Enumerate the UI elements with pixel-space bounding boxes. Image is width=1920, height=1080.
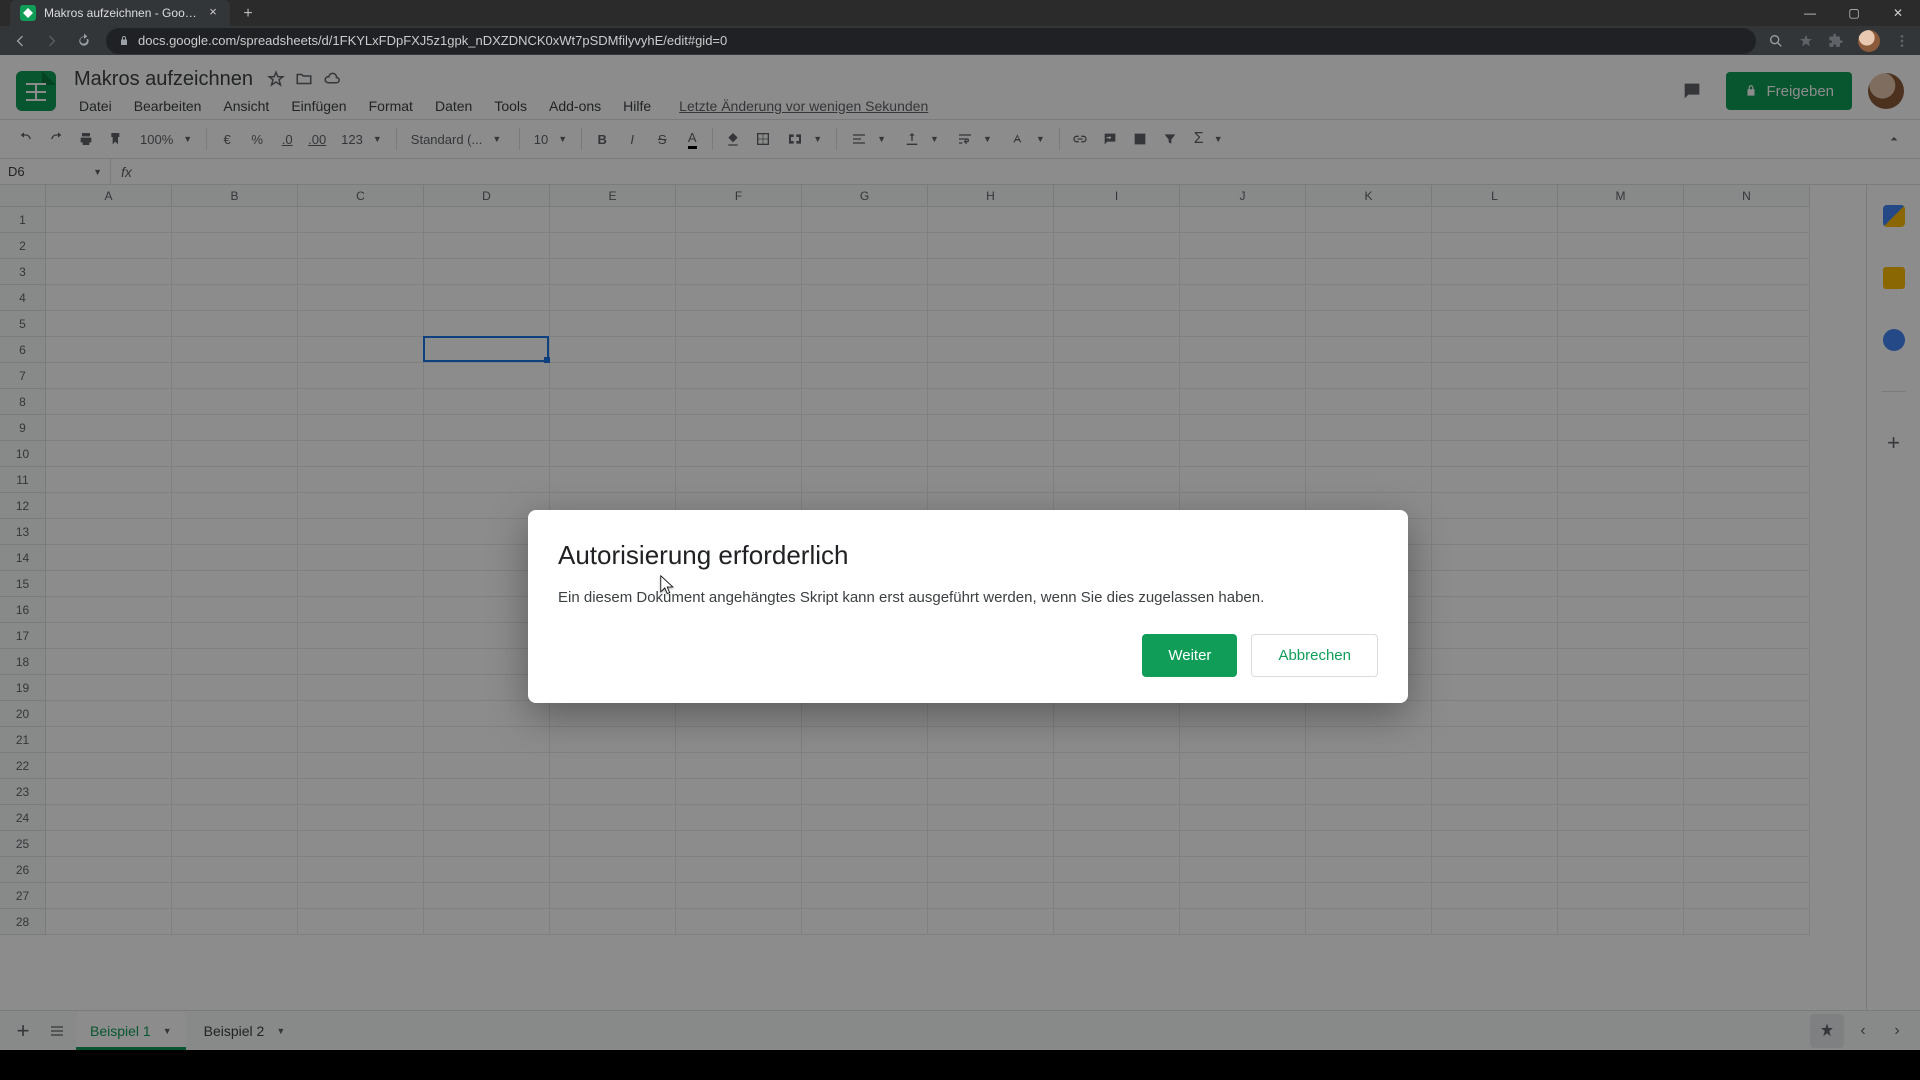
nav-back[interactable] (10, 31, 30, 51)
authorization-dialog: Autorisierung erforderlich Ein diesem Do… (528, 510, 1408, 703)
sheets-favicon (20, 5, 36, 21)
tab-strip: Makros aufzeichnen - Google Ta × + — ▢ ✕ (0, 0, 1920, 26)
extensions-icon[interactable] (1828, 33, 1844, 49)
window-controls: — ▢ ✕ (1788, 0, 1920, 26)
letterbox-bottom (0, 1050, 1920, 1080)
address-bar: docs.google.com/spreadsheets/d/1FKYLxFDp… (0, 26, 1920, 55)
zoom-icon[interactable] (1768, 33, 1784, 49)
nav-reload[interactable] (74, 31, 94, 51)
tab-title: Makros aufzeichnen - Google Ta (44, 6, 200, 20)
window-minimize[interactable]: — (1788, 0, 1832, 26)
url-field[interactable]: docs.google.com/spreadsheets/d/1FKYLxFDp… (106, 28, 1756, 54)
bookmark-star-icon[interactable] (1798, 33, 1814, 49)
browser-chrome: Makros aufzeichnen - Google Ta × + — ▢ ✕… (0, 0, 1920, 55)
new-tab-button[interactable]: + (236, 2, 260, 26)
url-text: docs.google.com/spreadsheets/d/1FKYLxFDp… (138, 33, 727, 48)
nav-forward[interactable] (42, 31, 62, 51)
dialog-title: Autorisierung erforderlich (558, 540, 1378, 571)
kebab-menu-icon[interactable] (1894, 33, 1910, 49)
lock-icon (118, 35, 130, 47)
tab-close-icon[interactable]: × (206, 6, 220, 20)
window-maximize[interactable]: ▢ (1832, 0, 1876, 26)
dialog-body: Ein diesem Dokument angehängtes Skript k… (558, 589, 1378, 606)
window-close[interactable]: ✕ (1876, 0, 1920, 26)
browser-tab[interactable]: Makros aufzeichnen - Google Ta × (10, 0, 230, 26)
cancel-button[interactable]: Abbrechen (1251, 634, 1378, 677)
profile-avatar[interactable] (1858, 30, 1880, 52)
sheets-app: Makros aufzeichnen Datei Bearbeiten Ansi… (0, 55, 1920, 1050)
continue-button[interactable]: Weiter (1142, 634, 1237, 677)
